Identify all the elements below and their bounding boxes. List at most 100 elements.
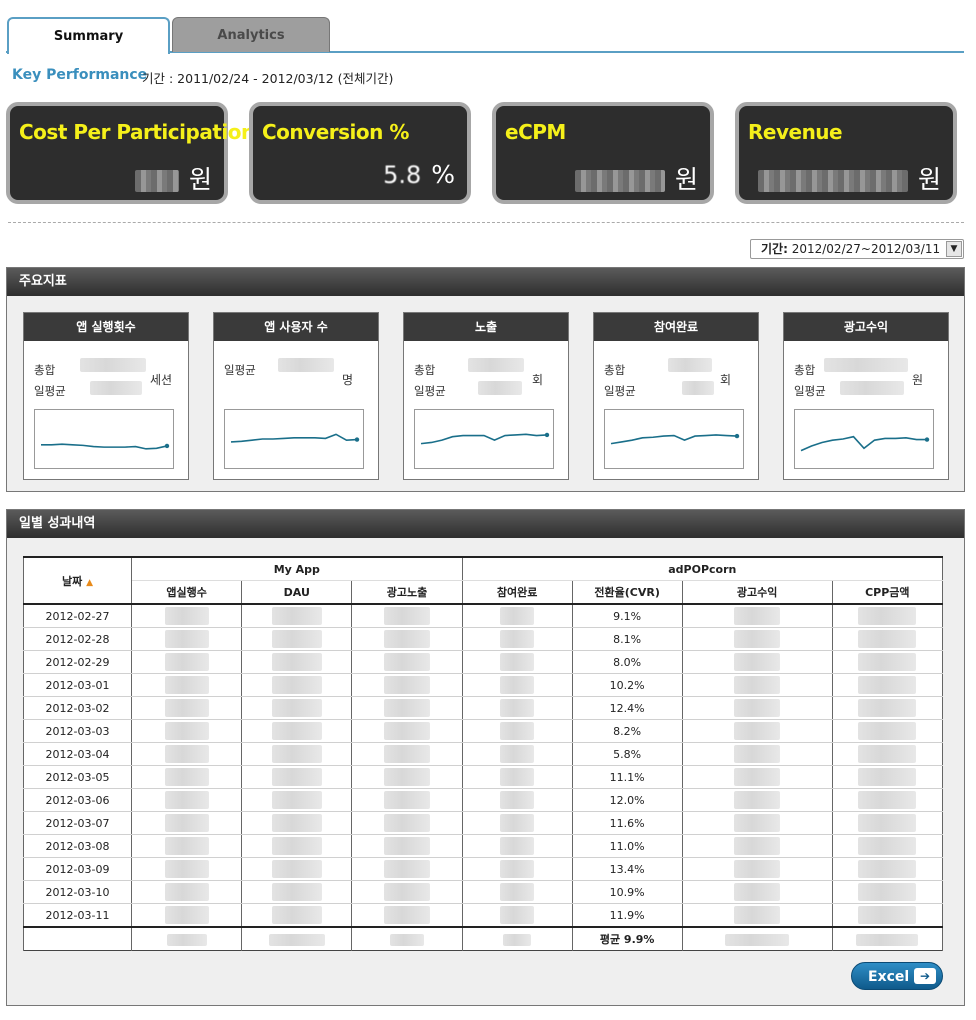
card-label: 일평균 — [224, 363, 256, 377]
divider — [8, 222, 964, 223]
masked-value — [271, 607, 322, 625]
period-select[interactable]: 기간: 2012/02/27~2012/03/11 ▼ — [750, 239, 964, 259]
kpi-revenue: Revenue 원 — [735, 102, 957, 204]
kpi-unit: 원 — [757, 160, 941, 196]
card-ad-revenue: 광고수익 총합 일평균 원 — [783, 312, 949, 480]
masked-value — [384, 814, 431, 832]
sparkline-path — [41, 443, 168, 450]
row-cvr: 10.9% — [571, 880, 683, 904]
card-unit: 세션 — [150, 373, 173, 387]
masked-value — [824, 358, 908, 372]
total-cvr: 평균 9.9% — [571, 927, 683, 951]
total-label — [22, 927, 133, 951]
masked-value — [734, 883, 781, 901]
row-cvr: 11.6% — [571, 811, 683, 835]
masked-value — [164, 745, 209, 763]
kpi-label: Conversion % — [262, 120, 409, 144]
card-unit: 원 — [912, 373, 924, 387]
sparkline-last-point — [354, 437, 360, 442]
row-cvr: 12.0% — [571, 788, 683, 812]
table-row: 2012-03-04 5.8% — [22, 742, 944, 766]
sparkline-impressions — [414, 409, 554, 469]
row-cvr: 8.1% — [571, 627, 683, 651]
table-row: 2012-03-08 11.0% — [22, 834, 944, 858]
key-performance-title: Key Performance — [12, 67, 148, 83]
masked-value — [734, 653, 781, 671]
masked-value — [858, 883, 917, 901]
card-title: 광고수익 — [784, 313, 948, 341]
card-label: 총합 — [604, 363, 626, 377]
masked-value — [164, 814, 209, 832]
masked-value — [384, 653, 431, 671]
sparkline-app-users — [224, 409, 364, 469]
masked-value — [734, 722, 781, 740]
card-impressions: 노출 총합 일평균 회 — [403, 312, 569, 480]
masked-value — [734, 630, 781, 648]
masked-value — [164, 653, 209, 671]
card-label: 일평균 — [794, 384, 826, 398]
masked-value — [90, 381, 142, 395]
masked-value — [164, 791, 209, 809]
masked-value — [500, 906, 535, 924]
card-label: 일평균 — [414, 384, 446, 398]
masked-value — [478, 381, 522, 395]
daily-table: 날짜 ▲ My App adPOPcorn 앱실행수 DAU 광고노출 참여완료… — [22, 556, 944, 951]
row-date: 2012-02-29 — [22, 650, 133, 674]
column-header: 광고노출 — [351, 580, 463, 604]
table-row: 2012-03-02 12.4% — [22, 696, 944, 720]
excel-export-button[interactable]: Excel ➔ — [851, 962, 943, 990]
masked-value — [384, 722, 431, 740]
masked-value — [271, 791, 322, 809]
tab-summary[interactable]: Summary — [7, 17, 170, 54]
row-cvr: 13.4% — [571, 857, 683, 881]
sparkline-participation — [604, 409, 744, 469]
excel-button-label: Excel — [868, 969, 910, 985]
masked-value — [166, 933, 207, 946]
table-row: 2012-03-07 11.6% — [22, 811, 944, 835]
card-label: 총합 — [34, 363, 56, 377]
sort-icon[interactable]: ▲ — [86, 578, 93, 588]
date-column-header[interactable]: 날짜 ▲ — [22, 557, 133, 605]
table-row: 2012-02-28 8.1% — [22, 627, 944, 651]
row-date: 2012-03-05 — [22, 765, 133, 789]
sparkline-ad-revenue — [794, 409, 934, 469]
column-header: 광고수익 — [681, 580, 833, 604]
masked-value — [271, 814, 322, 832]
masked-value — [725, 933, 790, 946]
card-label: 총합 — [794, 363, 816, 377]
card-label: 일평균 — [34, 384, 66, 398]
card-app-launches: 앱 실행횟수 총합 일평균 세션 — [23, 312, 189, 480]
masked-value — [858, 860, 917, 878]
kpi-ecpm: eCPM 원 — [492, 102, 714, 204]
kpi-label: Revenue — [748, 120, 843, 144]
sparkline-last-point — [544, 432, 550, 438]
kpi-conversion: Conversion % 5.8% — [249, 102, 471, 204]
row-cvr: 12.4% — [571, 696, 683, 720]
tab-analytics[interactable]: Analytics — [172, 17, 330, 52]
masked-value — [500, 630, 535, 648]
card-unit: 회 — [720, 373, 732, 387]
masked-value — [500, 837, 535, 855]
kpi-unit: 원 — [134, 160, 212, 196]
masked-value — [858, 906, 917, 924]
row-cvr: 11.0% — [571, 834, 683, 858]
masked-value — [858, 791, 917, 809]
masked-value — [500, 745, 535, 763]
masked-value — [734, 860, 781, 878]
masked-value — [500, 676, 535, 694]
card-title: 앱 사용자 수 — [214, 313, 378, 341]
masked-value — [164, 906, 209, 924]
card-title: 참여완료 — [594, 313, 758, 341]
masked-value — [164, 883, 209, 901]
row-cvr: 10.2% — [571, 673, 683, 697]
masked-value — [278, 358, 334, 372]
masked-value — [500, 768, 535, 786]
column-header: 참여완료 — [461, 580, 573, 604]
kpi-unit: 5.8% — [383, 160, 455, 189]
table-row: 2012-03-05 11.1% — [22, 765, 944, 789]
masked-value — [164, 837, 209, 855]
row-date: 2012-03-03 — [22, 719, 133, 743]
chevron-down-icon[interactable]: ▼ — [946, 241, 962, 257]
row-date: 2012-03-02 — [22, 696, 133, 720]
masked-value — [734, 745, 781, 763]
